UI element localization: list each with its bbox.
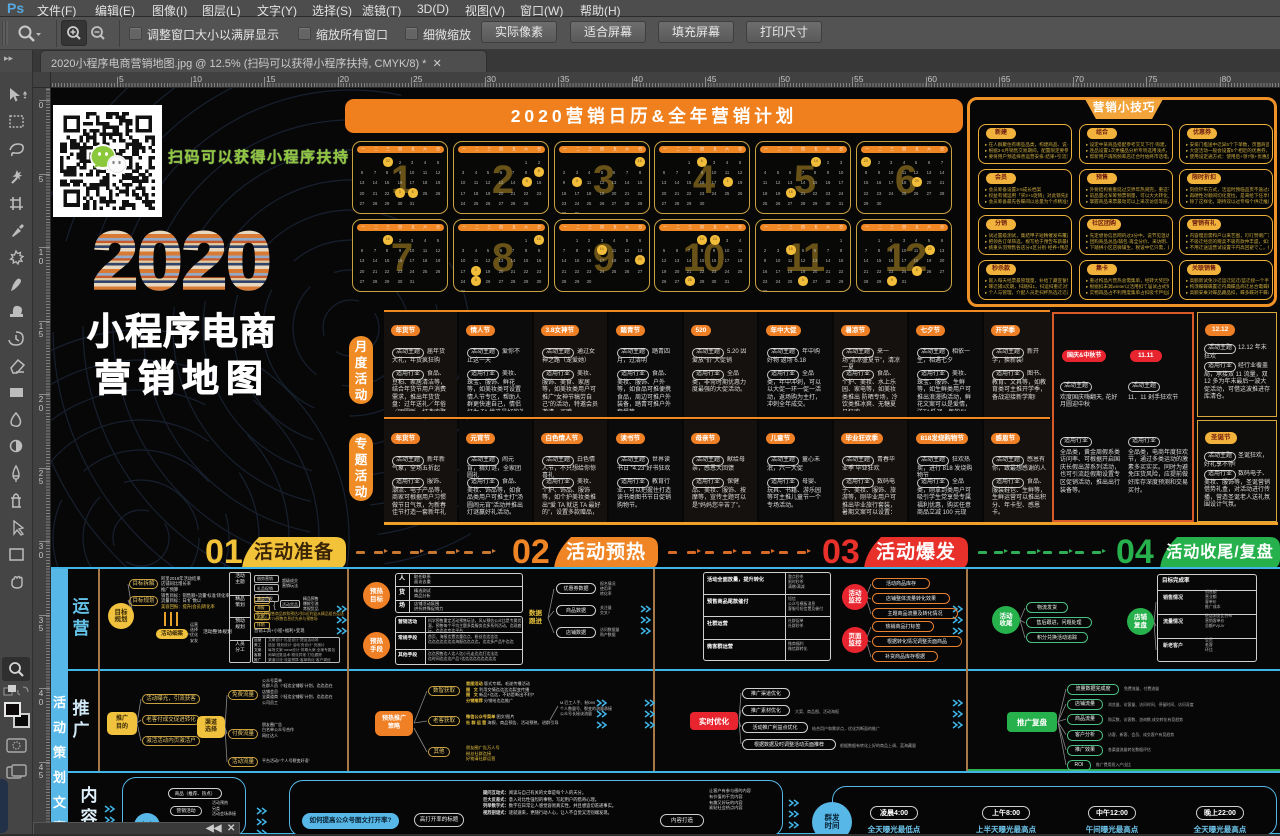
svg-text:2020: 2020 (93, 216, 271, 305)
